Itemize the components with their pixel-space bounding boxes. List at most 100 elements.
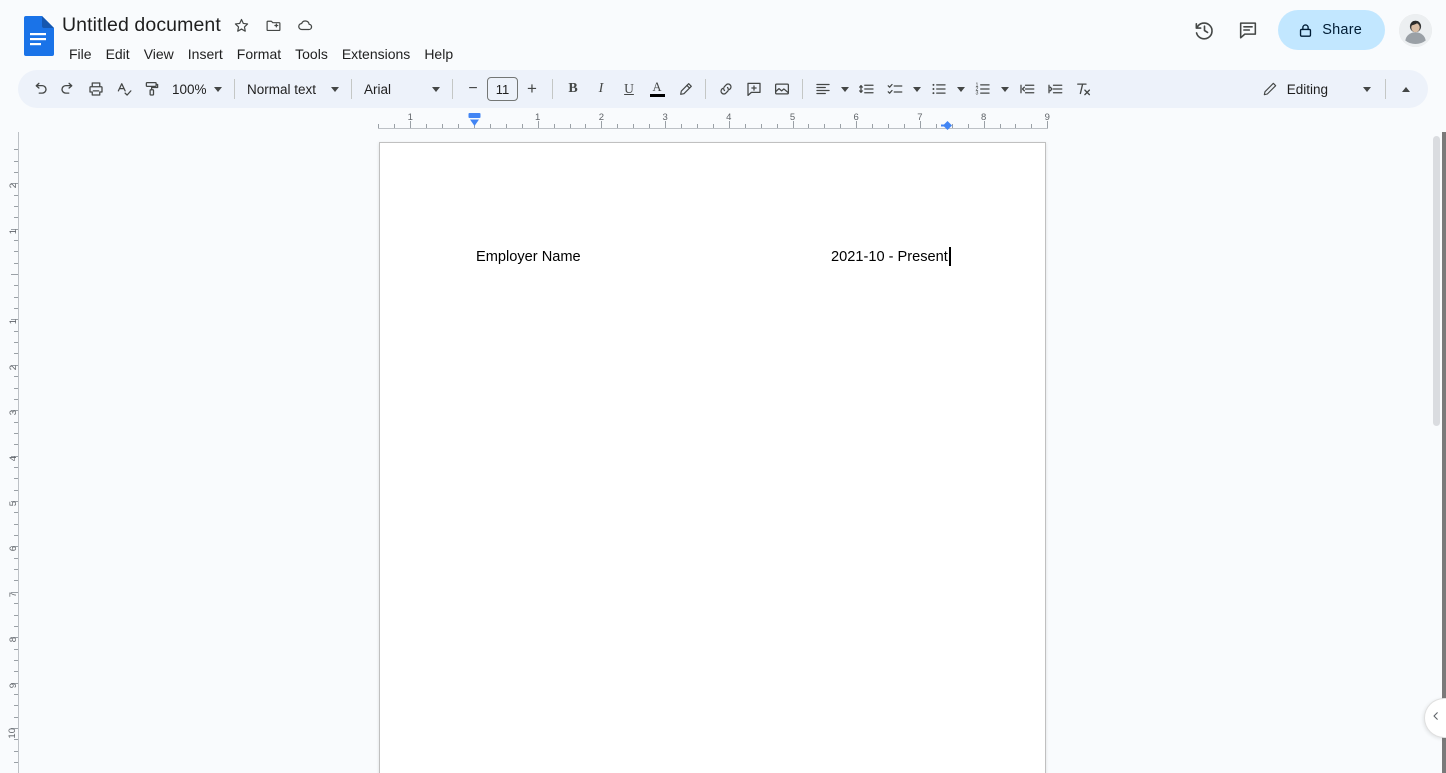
vruler-label: 7 (7, 591, 19, 598)
document-page[interactable]: Employer Name 2021-10 - Present (379, 142, 1046, 773)
underline-button[interactable]: U (615, 75, 643, 103)
ruler-tick-minor (872, 124, 874, 128)
font-family-dropdown[interactable]: Arial (358, 75, 446, 103)
ruler-tick-minor (617, 124, 619, 128)
text-color-button[interactable]: A (643, 75, 671, 103)
paragraph-style-value: Normal text (247, 81, 317, 97)
ruler-tick-minor (553, 124, 555, 128)
toolbar-right-group: Editing (1254, 74, 1420, 104)
menu-format[interactable]: Format (230, 44, 288, 64)
menu-view[interactable]: View (137, 44, 181, 64)
star-icon[interactable] (231, 14, 253, 36)
checklist-control[interactable] (881, 75, 925, 103)
vruler-tick-minor (14, 251, 18, 253)
line-spacing-icon[interactable] (853, 75, 881, 103)
paragraph-style-dropdown[interactable]: Normal text (241, 75, 345, 103)
vruler-tick-minor (14, 693, 18, 695)
decrease-font-size-button[interactable]: − (459, 75, 487, 103)
highlight-pen-icon[interactable] (671, 75, 699, 103)
zoom-value: 100% (172, 81, 207, 97)
menu-tools[interactable]: Tools (288, 44, 335, 64)
app-header: Untitled document File Edit View Insert … (0, 0, 1446, 66)
align-control[interactable] (809, 75, 853, 103)
horizontal-ruler[interactable]: 1 1 2 3 4 5 6 7 8 9 (0, 110, 1428, 132)
chevron-down-icon[interactable] (953, 75, 969, 103)
bulleted-list-control[interactable] (925, 75, 969, 103)
checklist-icon[interactable] (881, 75, 909, 103)
ruler-tick-minor (633, 124, 635, 128)
italic-button[interactable]: I (587, 75, 615, 103)
chevron-down-icon[interactable] (997, 75, 1013, 103)
chevron-down-icon[interactable] (837, 75, 853, 103)
vruler-tick-minor (14, 353, 18, 355)
menu-insert[interactable]: Insert (181, 44, 230, 64)
ruler-tick-minor (585, 124, 587, 128)
left-indent-marker[interactable] (468, 113, 481, 128)
collapse-toolbar-icon[interactable] (1392, 75, 1420, 103)
undo-icon[interactable] (26, 75, 54, 103)
document-canvas[interactable]: Employer Name 2021-10 - Present (22, 132, 1428, 773)
ruler-tick-minor (808, 124, 810, 128)
numbered-list-control[interactable]: 1 2 3 (969, 75, 1013, 103)
bulleted-list-icon[interactable] (925, 75, 953, 103)
increase-font-size-button[interactable]: + (518, 75, 546, 103)
chevron-down-icon[interactable] (909, 75, 925, 103)
ruler-label: 1 (407, 112, 413, 123)
menu-bar: File Edit View Insert Format Tools Exten… (62, 42, 460, 66)
bold-button[interactable]: B (559, 75, 587, 103)
page-title[interactable]: Untitled document (62, 14, 221, 37)
increase-indent-icon[interactable] (1041, 75, 1069, 103)
vruler-tick-minor (14, 625, 18, 627)
spellcheck-icon[interactable] (110, 75, 138, 103)
vertical-ruler[interactable]: 2 1 1 2 3 4 5 6 7 8 9 10 (0, 132, 22, 773)
vruler-tick-minor (14, 160, 18, 162)
vruler-tick-minor (14, 557, 18, 559)
avatar[interactable] (1399, 13, 1432, 47)
document-text-line[interactable]: Employer Name 2021-10 - Present (476, 247, 956, 269)
vruler-tick-minor (14, 262, 18, 264)
link-icon[interactable] (712, 75, 740, 103)
toolbar-divider (802, 79, 803, 99)
version-history-icon[interactable] (1184, 10, 1224, 50)
vruler-tick-minor (14, 716, 18, 718)
comment-history-icon[interactable] (1228, 10, 1268, 50)
vertical-scrollbar[interactable] (1430, 132, 1442, 773)
editing-mode-dropdown[interactable]: Editing (1254, 74, 1379, 104)
date-range-text: 2021-10 - Present (831, 249, 948, 265)
menu-extensions[interactable]: Extensions (335, 44, 417, 64)
menu-edit[interactable]: Edit (99, 44, 137, 64)
vruler-label: 1 (7, 228, 19, 234)
align-left-icon[interactable] (809, 75, 837, 103)
font-size-input[interactable]: 11 (487, 77, 518, 101)
decrease-indent-icon[interactable] (1013, 75, 1041, 103)
vruler-tick-minor (14, 466, 18, 468)
add-comment-icon[interactable] (740, 75, 768, 103)
vruler-label: 10 (7, 728, 19, 739)
menu-file[interactable]: File (62, 44, 99, 64)
vruler-tick-minor (14, 205, 18, 207)
google-docs-icon[interactable] (22, 16, 54, 56)
chevron-down-icon (331, 86, 339, 92)
scrollbar-thumb[interactable] (1433, 136, 1440, 426)
vruler-tick-minor (14, 421, 18, 423)
share-button[interactable]: Share (1278, 10, 1385, 50)
vruler-tick-minor (14, 535, 18, 537)
menu-help[interactable]: Help (417, 44, 460, 64)
move-to-folder-icon[interactable] (263, 14, 285, 36)
print-icon[interactable] (82, 75, 110, 103)
numbered-list-icon[interactable]: 1 2 3 (969, 75, 997, 103)
tab-stop-marker[interactable] (941, 118, 954, 130)
paint-format-icon[interactable] (138, 75, 166, 103)
vruler-tick-minor (14, 739, 18, 741)
zoom-dropdown[interactable]: 100% (166, 75, 228, 103)
vruler-tick-minor (14, 512, 18, 514)
underline-label: U (624, 81, 634, 96)
ruler-tick-minor (505, 124, 507, 128)
cloud-saved-icon[interactable] (295, 14, 317, 36)
insert-image-icon[interactable] (768, 75, 796, 103)
vruler-tick-minor (14, 705, 18, 707)
redo-icon[interactable] (54, 75, 82, 103)
chevron-left-icon (1430, 709, 1442, 727)
clear-formatting-icon[interactable] (1069, 75, 1097, 103)
editing-mode-label: Editing (1286, 81, 1328, 97)
